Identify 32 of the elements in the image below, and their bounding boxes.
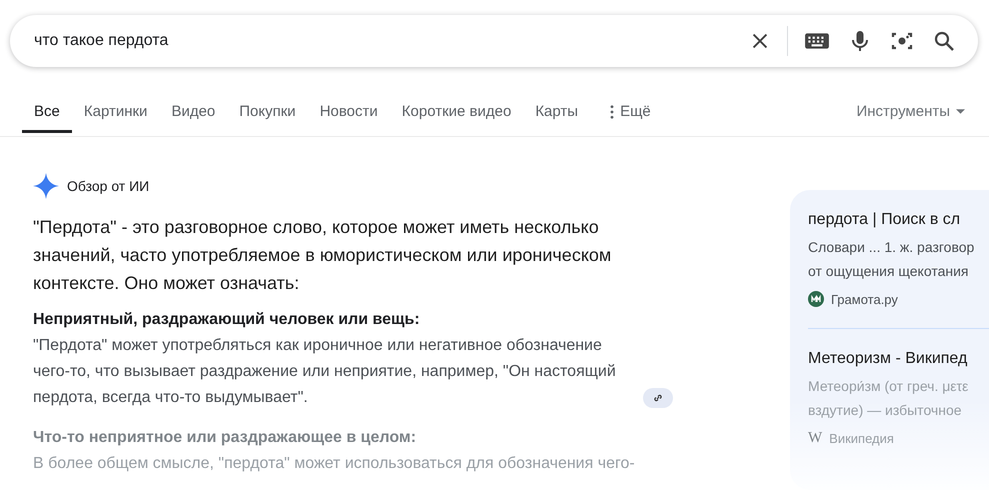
search-tab[interactable]: Картинки — [72, 97, 160, 133]
source-snippet: от ощущения щекотания — [808, 262, 970, 281]
search-tab[interactable]: Новости — [308, 97, 390, 133]
section-text: "Пердота" может употребляться как ироничное или негативное обозначение чего-то, что вызывает раздражение или неприятие, например, "Он настоящий пердота, всегда что-то выдумывает". — [33, 336, 617, 408]
source-snippet: Словари ... 1. ж. разговор — [808, 238, 976, 257]
source-site: Википедия — [829, 431, 894, 446]
search-tab[interactable]: Видео — [159, 97, 228, 133]
source-title[interactable]: Метеоризм - Википед — [808, 348, 989, 370]
search-tab[interactable]: Короткие видео — [390, 97, 524, 133]
section-text: В более общем смысле, "пердота" может использоваться для обозначения чего- — [33, 454, 635, 474]
more-icon — [610, 105, 614, 119]
section-heading: Что-то неприятное или раздражающее в целом: — [33, 428, 418, 448]
search-icon[interactable] — [932, 29, 956, 53]
search-tab[interactable]: Карты — [523, 97, 590, 133]
more-tab[interactable]: Ещё — [590, 97, 663, 133]
tools-menu[interactable]: Инструменты — [856, 94, 965, 136]
section-heading: Неприятный, раздражающий человек или вещь: — [33, 310, 421, 330]
source-snippet: Метеори́зм (от греч. μετε — [808, 377, 970, 396]
site-logo: W — [808, 430, 822, 447]
source-title[interactable]: пердота | Поиск в сл — [808, 209, 989, 231]
source-site: Грамота.ру — [831, 292, 898, 306]
site-logo-icon — [808, 291, 824, 307]
source-snippet: вздутие) — избыточное — [808, 401, 963, 420]
sparkle-icon — [33, 173, 59, 199]
overview-intro: "Пердота" - это разговорное слово, которое может иметь несколько значений, часто употребляемое в юмористическом или ироническом контексте. Оно может означать: — [33, 216, 612, 295]
overview-title: Обзор от ИИ — [67, 178, 150, 194]
search-tab[interactable]: Покупки — [227, 97, 308, 133]
caret-icon — [956, 109, 965, 114]
search-tab[interactable]: Все — [22, 97, 72, 133]
search-field[interactable]: что такое пердота — [34, 32, 731, 50]
link-icon — [652, 392, 664, 404]
link-chip[interactable] — [643, 388, 673, 408]
